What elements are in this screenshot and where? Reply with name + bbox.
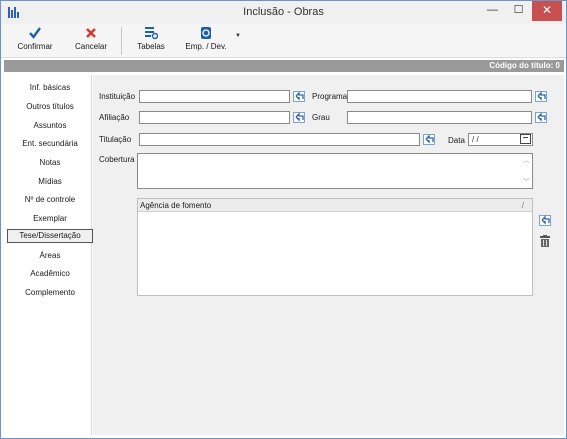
titulacao-field[interactable] xyxy=(139,133,420,146)
loan-icon xyxy=(181,26,231,42)
sidebar-item-midias[interactable]: Mídias xyxy=(7,175,93,189)
grau-lookup-icon[interactable] xyxy=(535,112,547,123)
main-window: Inclusão - Obras — ☐ ✕ Confirmar Cancela… xyxy=(0,0,567,439)
grau-field[interactable] xyxy=(347,111,532,124)
tables-icon xyxy=(129,26,173,42)
title-code: Código do título: 0 xyxy=(489,61,560,70)
grid-sort-marker: / xyxy=(521,201,524,210)
maximize-button[interactable]: ☐ xyxy=(505,1,532,21)
sidebar: Inf. básicas Outros títulos Assuntos Ent… xyxy=(4,75,93,435)
cobertura-label: Cobertura xyxy=(99,155,135,164)
titulacao-label: Titulação xyxy=(99,135,132,144)
programa-field[interactable] xyxy=(347,90,532,103)
sidebar-item-areas[interactable]: Áreas xyxy=(7,249,93,263)
cobertura-textarea[interactable]: ︿ ﹀ xyxy=(137,153,533,189)
toolbar-separator xyxy=(121,27,122,55)
instituicao-label: Instituição xyxy=(99,92,136,101)
sidebar-item-complemento[interactable]: Complemento xyxy=(7,286,93,300)
instituicao-lookup-icon[interactable] xyxy=(293,91,305,102)
code-header-bar: Código do título: 0 xyxy=(4,60,564,72)
agencia-fomento-grid[interactable]: Agência de fomento / xyxy=(137,198,533,296)
grau-label: Grau xyxy=(312,113,330,122)
afiliacao-label: Afiliação xyxy=(99,113,130,122)
toolbar: Confirmar Cancelar Tabelas Emp. / Dev. ▼ xyxy=(1,24,566,58)
confirm-label: Confirmar xyxy=(17,42,53,51)
tables-label: Tabelas xyxy=(137,42,165,51)
cancel-label: Cancelar xyxy=(74,42,107,51)
title-bar: Inclusão - Obras — ☐ ✕ xyxy=(1,1,566,24)
sidebar-item-exemplar[interactable]: Exemplar xyxy=(7,212,93,226)
scroll-up-icon[interactable]: ︿ xyxy=(523,155,530,165)
sidebar-item-tese-dissertacao[interactable]: Tese/Dissertação xyxy=(7,229,93,243)
programa-label: Programa xyxy=(312,92,348,101)
tese-form-panel: Instituição Programa Afiliação Grau Titu… xyxy=(93,75,564,435)
data-label: Data xyxy=(448,136,465,145)
grid-add-lookup-icon[interactable] xyxy=(539,215,551,226)
instituicao-field[interactable] xyxy=(139,90,290,103)
loan-label: Emp. / Dev. xyxy=(185,42,227,51)
sidebar-item-inf-basicas[interactable]: Inf. básicas xyxy=(7,81,93,95)
programa-lookup-icon[interactable] xyxy=(535,91,547,102)
scroll-down-icon[interactable]: ﹀ xyxy=(523,177,530,187)
afiliacao-field[interactable] xyxy=(139,111,290,124)
sidebar-item-n-controle[interactable]: Nº de controle xyxy=(7,193,93,207)
minimize-button[interactable]: — xyxy=(479,1,506,21)
tables-button[interactable]: Tabelas xyxy=(129,26,173,56)
trash-icon[interactable] xyxy=(540,235,550,247)
grid-header: Agência de fomento / xyxy=(138,199,532,212)
close-button[interactable]: ✕ xyxy=(532,1,562,21)
sidebar-item-academico[interactable]: Acadêmico xyxy=(7,267,93,281)
loan-return-button[interactable]: Emp. / Dev. xyxy=(181,26,231,56)
confirm-button[interactable]: Confirmar xyxy=(13,26,57,56)
titulacao-lookup-icon[interactable] xyxy=(423,134,435,145)
cancel-x-icon xyxy=(69,26,113,42)
grid-column-agencia[interactable]: Agência de fomento xyxy=(140,201,211,210)
checkmark-icon xyxy=(13,26,57,42)
afiliacao-lookup-icon[interactable] xyxy=(293,112,305,123)
sidebar-item-assuntos[interactable]: Assuntos xyxy=(7,119,93,133)
sidebar-item-outros-titulos[interactable]: Outros títulos xyxy=(7,100,93,114)
calendar-icon[interactable] xyxy=(520,134,531,144)
cancel-button[interactable]: Cancelar xyxy=(69,26,113,56)
loan-dropdown-chevron-icon[interactable]: ▼ xyxy=(233,33,243,63)
sidebar-item-notas[interactable]: Notas xyxy=(7,156,93,170)
sidebar-item-ent-secundaria[interactable]: Ent. secundária xyxy=(7,137,93,151)
